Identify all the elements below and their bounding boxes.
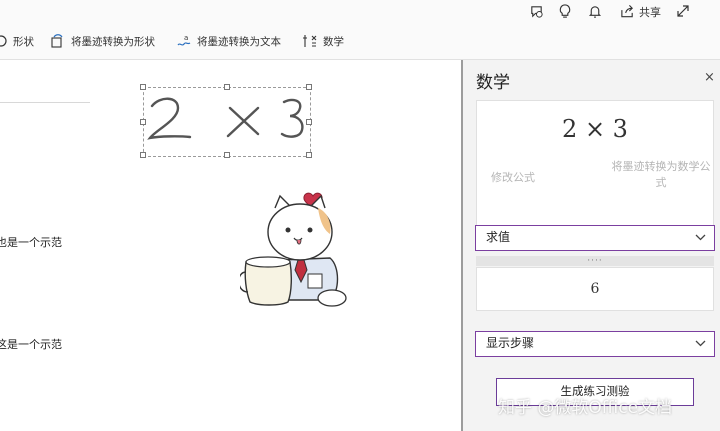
- ink-to-text-button[interactable]: a 将墨迹转换为文本: [176, 32, 281, 50]
- pane-title: 数学: [476, 73, 510, 93]
- resize-handle[interactable]: [140, 152, 146, 158]
- ink-to-shape-label: 将墨迹转换为形状: [71, 35, 155, 48]
- resize-handle[interactable]: [306, 152, 312, 158]
- chevron-down-icon: [695, 340, 706, 347]
- math-button[interactable]: 数学: [302, 32, 344, 50]
- result-value: 6: [590, 281, 600, 297]
- action-dropdown[interactable]: 求值: [475, 225, 715, 251]
- divider-line: [0, 102, 90, 103]
- ink-selection-box[interactable]: [140, 84, 312, 158]
- shapes-label: 形状: [13, 35, 34, 48]
- cat-with-mug-sticker[interactable]: [240, 182, 350, 322]
- share-button[interactable]: 共享: [639, 4, 661, 20]
- ink-to-shape-button[interactable]: 将墨迹转换为形状: [50, 32, 155, 50]
- document-text-line-2[interactable]: 这是一个示范: [0, 336, 62, 352]
- ink-to-math-link[interactable]: 将墨迹转换为数学公式: [611, 159, 711, 191]
- resize-handle[interactable]: [140, 84, 146, 90]
- resize-handle[interactable]: [306, 84, 312, 90]
- expand-icon[interactable]: [675, 3, 691, 19]
- resize-handle[interactable]: [224, 84, 230, 90]
- comments-icon[interactable]: [528, 3, 544, 19]
- result-card: 6: [476, 267, 714, 311]
- resize-handle[interactable]: [224, 152, 230, 158]
- edit-formula-link[interactable]: 修改公式: [491, 169, 535, 185]
- bell-icon[interactable]: [587, 3, 603, 19]
- ribbon-toolbar: 形状 将墨迹转换为形状 a 将墨迹转换为文本 数学: [0, 22, 720, 60]
- chevron-down-icon: [695, 234, 706, 241]
- steps-dropdown[interactable]: 显示步骤: [475, 331, 715, 357]
- recognized-equation: 2 × 3: [562, 115, 628, 143]
- document-text-line-1[interactable]: 也是一个示范: [0, 234, 62, 250]
- shapes-button[interactable]: 形状: [0, 32, 34, 50]
- shapes-icon: [0, 35, 7, 47]
- action-dropdown-value: 求值: [486, 230, 511, 244]
- math-label: 数学: [323, 35, 344, 48]
- handwritten-ink-expression: [147, 97, 304, 140]
- document-canvas[interactable]: 也是一个示范 这是一个示范: [0, 60, 461, 431]
- watermark: 知乎 @微软Office文档: [498, 398, 673, 418]
- ink-to-text-icon: a: [177, 34, 191, 46]
- math-icon: [303, 35, 317, 47]
- ink-to-text-label: 将墨迹转换为文本: [197, 35, 281, 48]
- resize-grip[interactable]: ····: [476, 256, 714, 266]
- close-icon[interactable]: ×: [704, 70, 715, 85]
- svg-text:a: a: [184, 34, 188, 42]
- share-icon[interactable]: [619, 3, 635, 19]
- title-bar: 共享: [0, 0, 720, 22]
- resize-handle[interactable]: [306, 119, 312, 125]
- math-pane: 数学 × 2 × 3 修改公式 将墨迹转换为数学公式 求值 ···· 6 显示步…: [463, 60, 720, 431]
- resize-handle[interactable]: [140, 119, 146, 125]
- steps-dropdown-value: 显示步骤: [486, 336, 535, 350]
- lightbulb-icon[interactable]: [557, 3, 573, 19]
- ink-to-shape-icon: [51, 34, 63, 48]
